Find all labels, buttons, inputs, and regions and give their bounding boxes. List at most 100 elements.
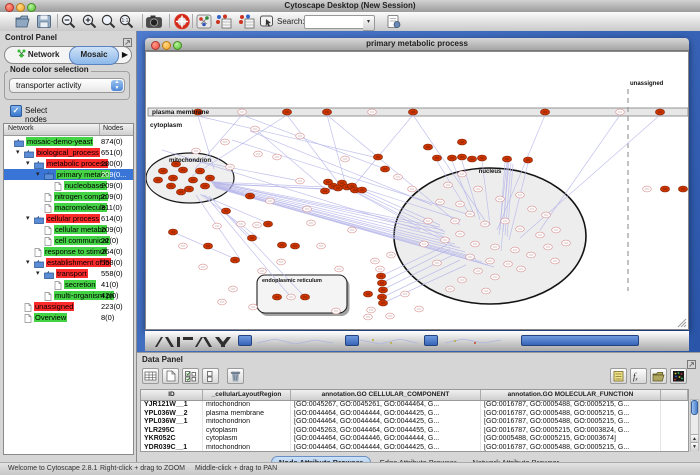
search-dropdown-arrow[interactable]: ▾	[363, 15, 375, 31]
expand-arrow-icon[interactable]: ▾	[16, 147, 20, 158]
expand-arrow-icon[interactable]: ▾	[36, 169, 40, 180]
expand-arrow-icon[interactable]: ▾	[26, 158, 30, 169]
expand-arrow-icon[interactable]: ▾	[26, 257, 30, 268]
color-attribute-dropdown[interactable]: transporter activity ▲▼	[9, 78, 125, 93]
cell[interactable]: YKR052C	[141, 435, 203, 444]
import-attributes-icon[interactable]	[650, 368, 667, 384]
tree-row-nitrogen-compo[interactable]: nitrogen compo209(0)	[4, 191, 133, 202]
network-minimize-button[interactable]	[162, 41, 171, 50]
function-builder-icon[interactable]: fₓ	[630, 368, 647, 384]
attribute-table-icon[interactable]	[142, 368, 159, 384]
annotation-export-icon[interactable]	[237, 13, 255, 30]
cell[interactable]: [GO:0044464, GO:0044444, GO:0044425, G..…	[291, 418, 481, 427]
tree-row-cellular-process[interactable]: ▾cellular process614(0)	[4, 213, 133, 224]
column-header-annotation.GO MOLECULAR_FUNCTION[interactable]: annotation.GO MOLECULAR_FUNCTION	[481, 390, 661, 400]
open-session-icon[interactable]	[14, 13, 32, 30]
table-row-YLR295C[interactable]: YLR295Ccytoplasm[GO:0045263, GO:0044464,…	[141, 427, 688, 436]
cell[interactable]: [GO:0005488, GO:0005215, GO:0003674]	[481, 435, 661, 444]
column-header-ID[interactable]: ID	[141, 390, 203, 400]
tree-row-primary-metabo[interactable]: ▾primary metabo209(0...	[4, 169, 133, 180]
cell[interactable]: [GO:0016787, GO:0005488, GO:0005215, G..…	[481, 418, 661, 427]
cell[interactable]: YPL036W__2	[141, 410, 203, 419]
cell[interactable]: [GO:0016787, GO:0005488, GO:0005215, G..…	[481, 410, 661, 419]
tree-row-cell-communicat[interactable]: cell communicat22(0)	[4, 235, 133, 246]
search-input[interactable]	[304, 15, 364, 29]
cell[interactable]: [GO:0045267, GO:0045261, GO:0044464, G..…	[291, 401, 481, 410]
tree-row-mosaic-demo-yeast[interactable]: mosaic-demo-yeast874(0)	[4, 136, 133, 147]
expand-arrow-icon[interactable]: ▾	[36, 268, 40, 279]
column-header-_cellularLayoutRegion[interactable]: _cellularLayoutRegion	[203, 390, 291, 400]
cell[interactable]: YPL036W__1	[141, 418, 203, 427]
cell[interactable]: cytoplasm	[203, 427, 291, 436]
table-row-YPL036W__1[interactable]: YPL036W__1mitochondrion[GO:0044464, GO:0…	[141, 418, 688, 427]
tab-overflow-arrow[interactable]: ▶	[122, 50, 128, 59]
attribute-list-icon[interactable]	[610, 368, 627, 384]
table-scrollbar[interactable]: ▲ ▼	[690, 399, 699, 451]
cell[interactable]: mitochondrion	[203, 401, 291, 410]
network-view-window[interactable]: primary metabolic process plasma membran…	[145, 38, 689, 330]
tree-row-nucleobase-[interactable]: nucleobase-209(0)	[4, 180, 133, 191]
delete-attribute-icon[interactable]	[227, 368, 244, 384]
tree-row-secretion[interactable]: secretion41(0)	[4, 279, 133, 290]
cell[interactable]: [GO:0044464, GO:0044444, GO:0044425, G..…	[291, 444, 481, 452]
new-attribute-icon[interactable]	[162, 368, 179, 384]
tree-row-macromolecule[interactable]: macromolecule311(0)	[4, 202, 133, 213]
attribute-matrix-icon[interactable]	[670, 368, 687, 384]
tree-row-establishment-of-lo[interactable]: ▾establishment of lo558(0)	[4, 257, 133, 268]
tree-row-metabolic-process[interactable]: ▾metabolic process280(0)	[4, 158, 133, 169]
tree-row-response-to-stimul[interactable]: response to stimul264(0)	[4, 246, 133, 257]
cell[interactable]: [GO:0016787, GO:0005488, GO:0005215, G..…	[481, 444, 661, 452]
cell[interactable]: [GO:0016787, GO:0005488, GO:0005215, G..…	[481, 401, 661, 410]
network-canvas[interactable]: plasma membranecytoplasmmitochondrionnuc…	[145, 51, 689, 330]
annotation-import-icon[interactable]	[214, 13, 232, 30]
search-config-icon[interactable]	[385, 13, 403, 30]
network-zoom-button[interactable]	[173, 41, 182, 50]
cell[interactable]: cytoplasm	[203, 435, 291, 444]
table-row-YJR121W__1[interactable]: YJR121W__1mitochondrion[GO:0045267, GO:0…	[141, 401, 688, 410]
column-header-annotation.GO CELLULAR_COMPONENT[interactable]: annotation.GO CELLULAR_COMPONENT	[291, 390, 481, 400]
select-attributes-icon[interactable]	[182, 368, 199, 384]
cell[interactable]: plasma membrane	[203, 410, 291, 419]
minimize-button[interactable]	[16, 3, 25, 12]
zoom-selected-icon[interactable]	[100, 13, 118, 30]
zoom-button[interactable]	[27, 3, 36, 12]
table-row-YDR039C__1[interactable]: YDR039C__1mitochondrion[GO:0044464, GO:0…	[141, 444, 688, 452]
snapshot-icon[interactable]	[145, 13, 163, 30]
help-ring-icon[interactable]	[173, 13, 191, 30]
table-scrollbar-thumb[interactable]	[691, 400, 698, 415]
tree-row-overview[interactable]: Overview8(0)	[4, 312, 133, 323]
tree-row-transport[interactable]: ▾transport558(0)	[4, 268, 133, 279]
tree-row-cellular-metabo[interactable]: cellular metabo209(0)	[4, 224, 133, 235]
tree-row-multi-organism-pro[interactable]: multi-organism pro42(0)	[4, 290, 133, 301]
table-row-YPL036W__2[interactable]: YPL036W__2plasma membrane[GO:0044464, GO…	[141, 410, 688, 419]
attribute-table[interactable]: ID_cellularLayoutRegionannotation.GO CEL…	[140, 389, 689, 452]
network-graph[interactable]: plasma membranecytoplasmmitochondrionnuc…	[146, 52, 688, 329]
cell[interactable]: YJR121W__1	[141, 401, 203, 410]
close-button[interactable]	[5, 3, 14, 12]
scroll-down-icon[interactable]: ▼	[691, 442, 698, 451]
tab-mosaic[interactable]: Mosaic	[69, 46, 119, 65]
network-close-button[interactable]	[151, 41, 160, 50]
save-session-icon[interactable]	[35, 13, 53, 30]
cell[interactable]: mitochondrion	[203, 444, 291, 452]
cell[interactable]: [GO:0044464, GO:0044444, GO:0044425, G..…	[291, 410, 481, 419]
expand-arrow-icon[interactable]: ▾	[26, 213, 30, 224]
cell[interactable]: YDR039C__1	[141, 444, 203, 452]
column-header-blank[interactable]	[661, 390, 688, 400]
tree-row-biological-process[interactable]: ▾biological_process651(0)	[4, 147, 133, 158]
table-row-YKR052C[interactable]: YKR052Ccytoplasm[GO:0044464, GO:0044446,…	[141, 435, 688, 444]
vizmapper-icon[interactable]	[258, 13, 276, 30]
network-overview-icon[interactable]	[195, 13, 213, 30]
tab-network[interactable]: Network	[7, 47, 69, 63]
tree-row-unassigned[interactable]: unassigned223(0)	[4, 301, 133, 312]
cell[interactable]: [GO:0016787, GO:0005215, GO:0003824, G..…	[481, 427, 661, 436]
zoom-in-icon[interactable]	[81, 13, 99, 30]
cell[interactable]: [GO:0045263, GO:0044464, GO:0044455, G..…	[291, 427, 481, 436]
cell[interactable]: mitochondrion	[203, 418, 291, 427]
zoom-fit-icon[interactable]: 1:1	[118, 13, 136, 30]
attribute-table-header[interactable]: ID_cellularLayoutRegionannotation.GO CEL…	[141, 390, 688, 401]
cell[interactable]: YLR295C	[141, 427, 203, 436]
unselect-attributes-icon[interactable]	[202, 368, 219, 384]
select-nodes-checkbox[interactable]: ✓	[10, 105, 22, 117]
network-window-titlebar[interactable]: primary metabolic process	[145, 38, 689, 51]
